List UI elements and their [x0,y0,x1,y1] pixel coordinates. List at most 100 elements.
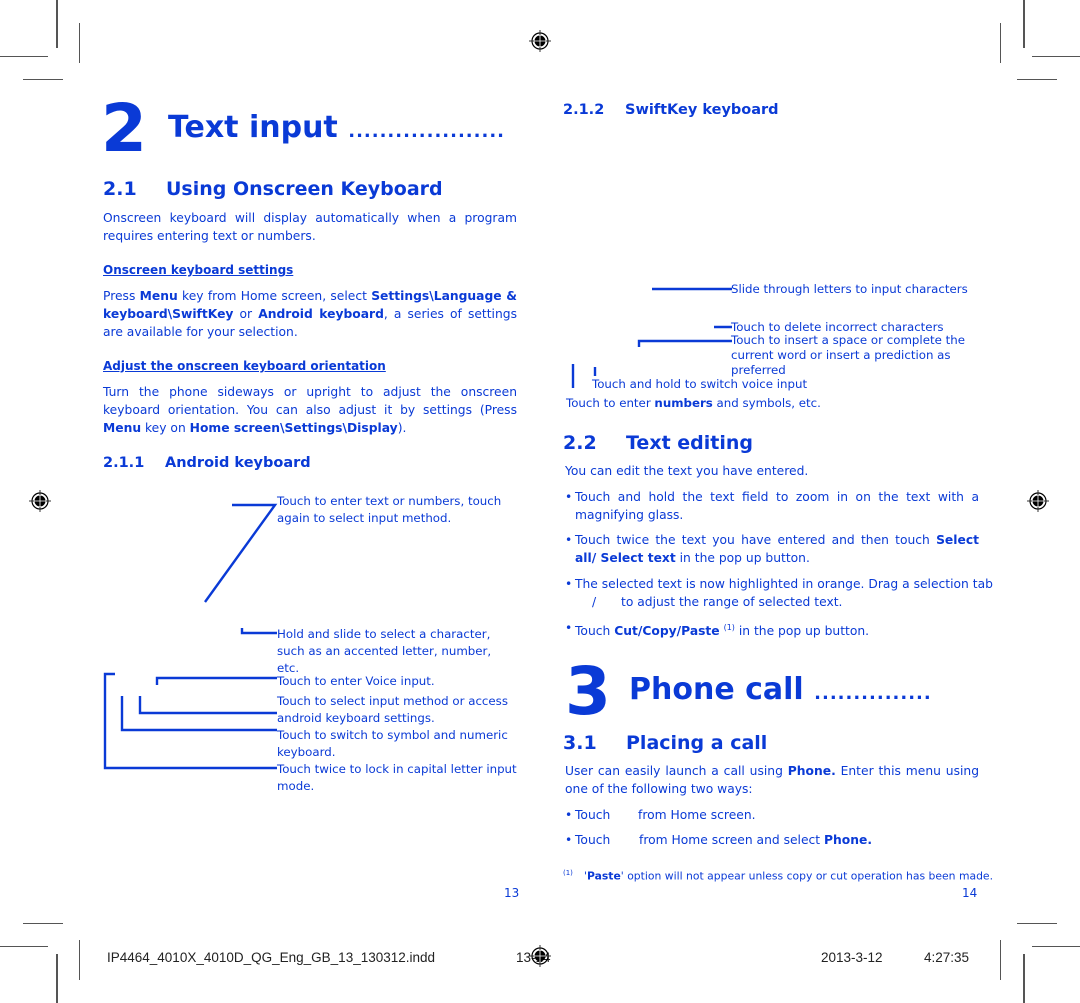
chapter-title-text: Text input [168,110,338,145]
section-title: Placing a call [626,732,768,754]
registration-mark-icon [1027,490,1049,512]
subsection-number: 2.1.2 [563,102,605,118]
page-number: 13 [504,886,520,900]
section-intro: Onscreen keyboard will display automatic… [103,211,517,243]
crop-mark [0,56,48,57]
subheading-keyboard-settings: Onscreen keyboard settings [103,263,294,277]
text-run: or [233,307,259,321]
registration-mark-icon [29,490,51,512]
section-title: Using Onscreen Keyboard [166,178,443,200]
callout-line [155,676,277,685]
bullet-icon: • [565,808,573,822]
text-run: in the pop up button. [675,551,810,565]
list-item: • The selected text is now highlighted i… [565,575,993,611]
registration-mark-icon [529,30,551,52]
crop-mark [0,946,48,947]
subsection-title: SwiftKey keyboard [625,102,779,118]
text-run: key from Home screen, select [177,289,372,303]
callout-text: Slide through letters to input character… [731,282,968,296]
bold-run: Menu [139,289,178,303]
list-item-text: Touch twice the text you have entered an… [575,531,979,567]
list-item-text: Touch from Home screen and select Phone. [575,831,872,849]
text-run: / [592,595,597,609]
text-run: Touch twice the text you have entered an… [575,533,937,547]
text-run: Touch to enter [566,396,655,410]
section-title: Text editing [626,432,753,454]
crop-mark [1000,23,1001,63]
chapter-number: 3 [565,653,611,730]
subheading-orientation: Adjust the onscreen keyboard orientation [103,359,386,373]
callout-text: Touch to enter Voice input. [277,674,435,688]
text-run: key on [141,421,190,435]
slug-time: 4:27:35 [924,950,970,965]
text-run: to adjust the range of selected text. [621,595,843,609]
slug-filename: IP4464_4010X_4010D_QG_Eng_GB_13_130312.i… [107,950,436,965]
list-item: • Touch from Home screen. [565,806,979,824]
slug-date: 2013-3-12 [821,950,883,965]
crop-mark [1023,954,1025,1003]
text-run: Touch [575,624,615,639]
list-item: • Touch twice the text you have entered … [565,531,979,567]
bold-run: Phone. [787,764,836,778]
callout-line [103,672,277,770]
callout-text: Touch to select input method or access a… [277,694,508,725]
text-run: and symbols, etc. [712,396,821,410]
text-run: The selected text is now highlighted in … [575,577,993,591]
subsection-title: Android keyboard [165,455,311,471]
text-run: Touch [575,808,611,822]
callout-line [138,696,277,715]
crop-mark [1017,923,1057,924]
callout-text: Touch twice to lock in capital letter in… [277,762,517,793]
chapter-title-text: Phone call [629,672,804,707]
bold-run: Menu [103,421,142,435]
page-number: 14 [962,886,978,900]
callout-text: Touch to switch to symbol and numeric ke… [277,728,508,759]
crop-mark [56,954,58,1003]
bullet-icon: • [565,577,573,591]
chapter-title-leader: .................... [348,121,505,142]
list-item-text: Touch and hold the text field to zoom in… [575,490,979,522]
callout-text: Hold and slide to select a character, su… [277,627,492,675]
list-item-text: Touch from Home screen. [575,806,756,824]
callout-line [240,628,277,635]
callout-text: Touch to enter numbers and symbols, etc. [566,395,821,412]
bullet-icon: • [565,621,573,635]
section-heading: 3.1 Placing a call [563,732,767,754]
bold-run: Phone. [824,833,873,847]
crop-mark [79,940,80,980]
list-item: • Touch and hold the text field to zoom … [565,488,979,524]
chapter-title: Phone call ............... [629,673,932,711]
crop-mark [79,23,80,63]
subsection-number: 2.1.1 [103,455,145,471]
section-number: 2.2 [563,432,597,454]
callout-text: Touch to insert a space or complete the … [731,333,965,377]
text-run: in the pop up button. [734,624,870,639]
footnote: (1) 'Paste' option will not appear unless… [563,866,993,884]
crop-mark [1032,946,1080,947]
footnote-marker: (1) [563,869,573,877]
text-run: Turn the phone sideways or upright to ad… [103,385,517,417]
crop-mark [1032,56,1080,57]
crop-mark [1023,0,1025,48]
list-item-text: Touch Cut/Copy/Paste (1) in the pop up b… [575,619,869,640]
footnote-ref[interactable]: (1) [724,623,735,632]
text-run: User can easily launch a call using [565,764,788,778]
chapter-number: 2 [101,90,147,167]
list-item: • Touch from Home screen and select Phone… [565,831,979,849]
registration-mark-icon [529,945,551,967]
callout-text: Touch to enter text or numbers, touch ag… [277,494,502,525]
android-keyboard-callout-lines [103,503,278,770]
text-run: Press [103,289,140,303]
bullet-icon: • [565,833,573,847]
section-heading: 2.1 Using Onscreen Keyboard [103,178,443,200]
text-run: ). [397,421,407,435]
crop-mark [56,0,58,48]
bold-run: Paste [586,869,621,883]
crop-mark [23,923,63,924]
callout-text: Touch and hold to switch voice input [592,377,808,391]
list-item-text: The selected text is now highlighted in … [575,575,993,611]
section-heading: 2.2 Text editing [563,432,753,454]
crop-mark [1017,79,1057,80]
bold-run: numbers [654,396,713,410]
text-run: from Home screen. [638,808,756,822]
